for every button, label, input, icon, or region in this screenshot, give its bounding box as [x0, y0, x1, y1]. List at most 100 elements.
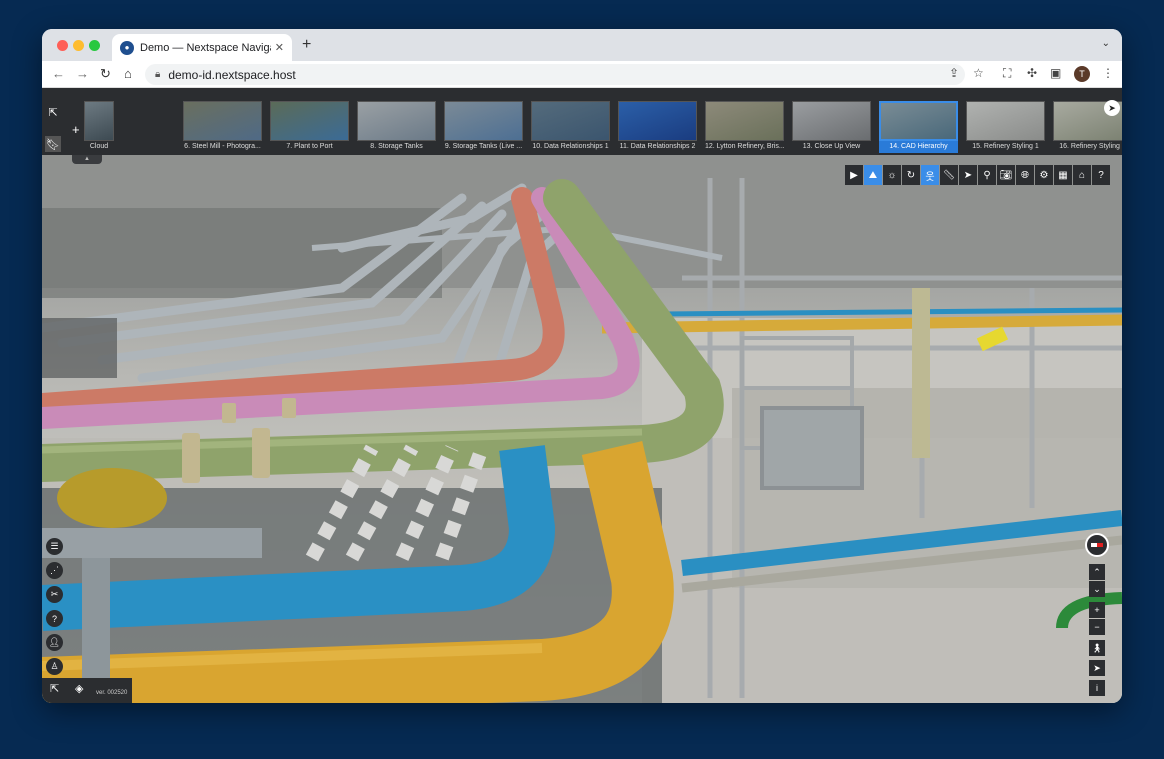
globe-icon[interactable]: 🌐︎: [1016, 165, 1034, 185]
scene-thumbnail-label: Cloud: [89, 143, 109, 150]
url-text: demo-id.nextspace.host: [168, 67, 296, 82]
close-window-button[interactable]: [57, 40, 68, 51]
scene-thumbnail[interactable]: 15. Refinery Styling 1: [966, 101, 1045, 155]
scene-thumbnail-label: 10. Data Relationships 1: [532, 143, 609, 150]
scene-thumbnail-image: [966, 101, 1045, 141]
scene-thumbnail[interactable]: 9. Storage Tanks (Live ...: [444, 101, 523, 155]
terrain-icon[interactable]: ⛰: [864, 165, 882, 185]
viewer-toolbar: ▶ ⛰ ☼ ↻ 웃 📏︎ ➤ ⚲ 📷︎ 🌐︎ ⚙ ▦ ⌂ ?: [845, 165, 1110, 185]
home-view-icon[interactable]: ⌂: [1073, 165, 1091, 185]
stamp-icon[interactable]: ♙: [46, 658, 63, 675]
tilt-up-chevron-icon[interactable]: ⌃: [1089, 564, 1105, 580]
zoom-out-button[interactable]: −: [1089, 619, 1105, 635]
3d-viewport[interactable]: ⇱ 🔖︎ + Cloud 6. Steel Mill - Photogra... 7…: [42, 88, 1122, 703]
rotate-icon[interactable]: ↻: [902, 165, 920, 185]
scene-thumbnail[interactable]: 12. Lytton Refinery, Bris...: [705, 101, 784, 155]
walk-mode-icon[interactable]: 🚶︎: [1089, 640, 1105, 656]
browser-menu-icon[interactable]: ⋮: [1102, 66, 1114, 80]
tilt-down-chevron-icon[interactable]: ⌄: [1089, 581, 1105, 597]
address-bar: ← → ↻ ⌂ 🔒︎ demo-id.nextspace.host ⇪ ☆ ⛶ …: [42, 61, 1122, 88]
bookmark-star-icon[interactable]: ☆: [973, 66, 984, 80]
forward-arrow-icon[interactable]: →: [76, 66, 89, 81]
scene-thumbnail[interactable]: 8. Storage Tanks: [357, 101, 436, 155]
scene-thumbnail[interactable]: 7. Plant to Port: [270, 101, 349, 155]
scene-thumbnail-label: 8. Storage Tanks: [370, 143, 423, 150]
scene-filmstrip: + Cloud 6. Steel Mill - Photogra... 7. Pla…: [64, 88, 1122, 155]
zoom-in-button[interactable]: +: [1089, 602, 1105, 618]
zoom-search-icon[interactable]: ⚲: [978, 165, 996, 185]
cursor-icon[interactable]: ➤: [1089, 660, 1105, 676]
scene-thumbnail-image: [531, 101, 610, 141]
scene-thumbnail-label: 12. Lytton Refinery, Bris...: [705, 143, 784, 150]
extensions-icon[interactable]: ✣: [1027, 66, 1037, 80]
collapse-filmstrip-button[interactable]: ▲: [72, 155, 102, 164]
camera-icon[interactable]: 📷︎: [997, 165, 1015, 185]
tab-search-chevron-icon[interactable]: ⌄: [1102, 38, 1110, 49]
scene-thumbnail-label: 6. Steel Mill - Photogra...: [184, 143, 261, 150]
scene-thumbnail-image: [183, 101, 262, 141]
help-icon[interactable]: ?: [1092, 165, 1110, 185]
scene-thumbnail-image: [618, 101, 697, 141]
reload-icon[interactable]: ↻: [100, 66, 111, 82]
scene-thumbnail[interactable]: 10. Data Relationships 1: [531, 101, 610, 155]
menu-hamburger-icon[interactable]: ☰: [46, 538, 63, 555]
play-icon[interactable]: ▶: [845, 165, 863, 185]
info-icon[interactable]: i: [1089, 680, 1105, 696]
minimize-window-button[interactable]: [73, 40, 84, 51]
navigate-arrow-icon[interactable]: ➤: [1104, 100, 1120, 116]
home-icon[interactable]: ⌂: [124, 66, 132, 81]
back-arrow-icon[interactable]: ←: [52, 66, 65, 81]
scene-thumbnail-label: 13. Close Up View: [802, 143, 861, 150]
left-panel-bar: ⇱ 🔖︎: [42, 88, 64, 155]
compass-control[interactable]: [1085, 533, 1109, 557]
select-cursor-icon[interactable]: ➤: [959, 165, 977, 185]
add-scene-button[interactable]: +: [72, 122, 80, 137]
bottom-left-bar: ⇱ ◈ ver. 002520: [42, 678, 132, 703]
scene-thumbnail-image: [444, 101, 523, 141]
screenshot-icon[interactable]: ⛶: [1003, 66, 1011, 81]
tab-title: Demo — Nextspace Navigator: [140, 41, 271, 54]
profile-avatar[interactable]: T: [1074, 66, 1090, 82]
tools-icon[interactable]: ✂: [46, 586, 63, 603]
browser-tab[interactable]: ● Demo — Nextspace Navigator ✕: [112, 34, 292, 61]
scene-thumbnail-image: [84, 101, 114, 141]
person-icon[interactable]: 웃: [921, 165, 939, 185]
scene-thumbnail-image: [357, 101, 436, 141]
left-menu: ☰ ⋰ ✂ ? 👤︎ ♙: [46, 538, 63, 675]
scene-thumbnail[interactable]: 6. Steel Mill - Photogra...: [183, 101, 262, 155]
share-nodes-icon[interactable]: ⋰: [46, 562, 63, 579]
url-field[interactable]: 🔒︎ demo-id.nextspace.host: [145, 64, 965, 85]
scene-thumbnail-label: 14. CAD Hierarchy: [879, 141, 958, 153]
maximize-window-button[interactable]: [89, 40, 100, 51]
scene-thumbnail[interactable]: 11. Data Relationships 2: [618, 101, 697, 155]
scene-thumbnail[interactable]: 14. CAD Hierarchy: [879, 101, 958, 155]
scene-thumbnail-image: [270, 101, 349, 141]
layers-icon[interactable]: ◈: [75, 682, 83, 695]
new-tab-button[interactable]: +: [302, 36, 311, 54]
compass-needle-icon: [1091, 543, 1103, 547]
scene-thumbnail-label: 11. Data Relationships 2: [619, 143, 696, 150]
question-icon[interactable]: ?: [46, 610, 63, 627]
scene-thumbnail-label: 7. Plant to Port: [286, 143, 333, 150]
nextspace-favicon-icon: ●: [120, 40, 134, 55]
grid-icon[interactable]: ▦: [1054, 165, 1072, 185]
sun-icon[interactable]: ☼: [883, 165, 901, 185]
sidebar-icon[interactable]: ▣: [1050, 66, 1061, 80]
scene-thumbnail[interactable]: 13. Close Up View: [792, 101, 871, 155]
external-open-icon[interactable]: ⇱: [50, 682, 59, 695]
tab-bar: ● Demo — Nextspace Navigator ✕ + ⌄: [42, 29, 1122, 61]
user-icon[interactable]: 👤︎: [46, 634, 63, 651]
settings-gear-icon[interactable]: ⚙: [1035, 165, 1053, 185]
external-link-icon[interactable]: ⇱: [45, 104, 61, 120]
browser-window: ● Demo — Nextspace Navigator ✕ + ⌄ ← → ↻…: [42, 29, 1122, 703]
bookmark-icon[interactable]: 🔖︎: [45, 136, 61, 152]
scene-thumbnail-label: 15. Refinery Styling 1: [972, 143, 1039, 150]
scene-thumbnail-label: 9. Storage Tanks (Live ...: [444, 143, 523, 150]
scene-thumbnail[interactable]: Cloud: [84, 101, 114, 155]
measure-icon[interactable]: 📏︎: [940, 165, 958, 185]
tab-close-icon[interactable]: ✕: [275, 41, 284, 54]
share-icon[interactable]: ⇪: [949, 66, 959, 80]
lock-icon: 🔒︎: [155, 69, 161, 80]
scene-thumbnail-label: 16. Refinery Styling 2: [1059, 143, 1122, 150]
scene-thumbnail-image: [879, 101, 958, 141]
